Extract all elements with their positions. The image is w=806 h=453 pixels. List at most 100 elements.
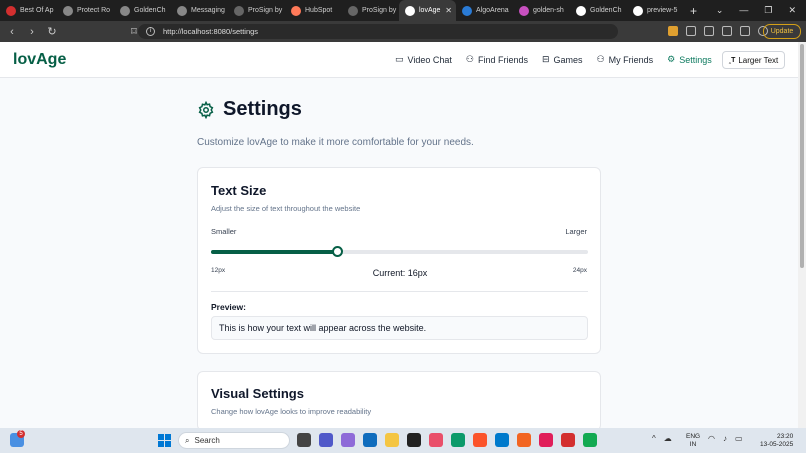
app-logo[interactable]: lovAge (13, 51, 66, 69)
start-icon[interactable] (158, 434, 171, 447)
wallet-icon[interactable] (722, 26, 732, 36)
system-tray: ^ ☁ (652, 434, 672, 443)
browser-tab[interactable]: Messaging (171, 0, 228, 21)
ai-icon[interactable] (740, 26, 750, 36)
app-header: lovAge ▭ Video Chat ⚇ Find Friends ⊟ Games ⚇ My… (0, 42, 806, 78)
larger-text-button[interactable]: ꞈT Larger Text (722, 51, 785, 69)
text-size-subtitle: Adjust the size of text throughout the w… (211, 204, 361, 213)
battery-icon[interactable]: ▭ (735, 434, 743, 443)
sidebar-icon[interactable] (704, 26, 714, 36)
puzzle-icon[interactable] (686, 26, 696, 36)
tab-favicon-icon (120, 5, 130, 16)
wifi-icon[interactable]: ◠ (708, 434, 715, 443)
browser-tab[interactable]: HubSpot (285, 0, 342, 21)
tab-search-icon[interactable]: ⌄ (716, 5, 724, 16)
tab-favicon-icon (519, 5, 529, 16)
gamepad-icon: ⊟ (542, 54, 550, 64)
users-icon: ⚇ (465, 54, 474, 64)
restore-icon[interactable]: ❐ (764, 5, 772, 16)
tab-favicon-icon (405, 5, 415, 16)
back-icon[interactable]: ‹ (4, 26, 20, 38)
search-icon: ⌕ (185, 435, 190, 445)
brave-icon[interactable] (473, 433, 487, 447)
browser-tab[interactable]: GoldenCh (570, 0, 627, 21)
text-size-card: Text Size Adjust the size of text throug… (197, 167, 601, 354)
tab-label: GoldenCh (134, 7, 166, 14)
system-clock[interactable]: 23:20 13-05-2025 (760, 433, 793, 449)
chevron-up-icon[interactable]: ^ (652, 434, 656, 443)
tab-label: preview-5 (647, 7, 678, 14)
browser-tab[interactable]: ProSign by (228, 0, 285, 21)
page-scrollbar[interactable] (798, 42, 806, 428)
browser-icon[interactable] (561, 433, 575, 447)
app-icon[interactable] (429, 433, 443, 447)
browser-tab[interactable]: Best Of Ap (0, 0, 57, 21)
text-size-slider[interactable] (211, 246, 588, 257)
visual-settings-card: Visual Settings Change how lovAge looks … (197, 371, 601, 431)
larger-text-label: Larger Text (738, 55, 779, 65)
taskbar-search[interactable]: ⌕ Search (178, 432, 290, 449)
tab-label: ProSign by (362, 7, 397, 14)
nav-item-find-friends[interactable]: ⚇ Find Friends (466, 54, 528, 65)
nav-item-label: Settings (679, 54, 712, 65)
gear-icon: ⚙ (667, 54, 676, 64)
site-info-icon[interactable]: i (146, 27, 155, 36)
close-tab-icon[interactable]: ✕ (445, 6, 452, 15)
tab-label: Messaging (191, 7, 225, 14)
lang-code: ENG (686, 433, 701, 440)
new-tab-button[interactable]: + (690, 4, 697, 18)
page-title: Settings (223, 98, 302, 120)
address-bar[interactable]: i http://localhost:8080/settings (138, 24, 618, 39)
tab-label: golden-sh (533, 7, 564, 14)
extension-icons (668, 26, 768, 36)
reload-icon[interactable]: ↻ (44, 25, 60, 38)
clock-date: 13-05-2025 (760, 441, 794, 448)
cloud-icon[interactable]: ☁ (664, 434, 672, 443)
browser-tab[interactable]: ProSign by (342, 0, 399, 21)
postman-icon[interactable] (517, 433, 531, 447)
tab-favicon-icon (234, 5, 244, 16)
nav-item-video-chat[interactable]: ▭ Video Chat (395, 54, 452, 65)
copilot-icon[interactable] (341, 433, 355, 447)
windows-taskbar: 5 ⌕ Search ^ ☁ ENG IN ◠ ♪ ▭ 23:20 13-05-… (0, 428, 806, 453)
search-label: Search (194, 436, 220, 445)
browser-tab[interactable]: golden-sh (513, 0, 570, 21)
tab-favicon-icon (348, 5, 358, 16)
extension-icon[interactable] (668, 26, 678, 36)
larger-label: Larger (565, 227, 587, 236)
task-view-icon[interactable] (297, 433, 311, 447)
minimize-icon[interactable]: — (739, 5, 748, 16)
window-controls: ⌄ — ❐ ✕ (716, 5, 806, 16)
tab-favicon-icon (6, 5, 16, 16)
edge-icon[interactable] (451, 433, 465, 447)
teams-icon[interactable] (319, 433, 333, 447)
language-indicator[interactable]: ENG IN (686, 433, 700, 449)
slack-icon[interactable] (539, 433, 553, 447)
browser-tab[interactable]: GoldenCh (114, 0, 171, 21)
nav-item-games[interactable]: ⊟ Games (542, 54, 583, 65)
forward-icon[interactable]: › (24, 26, 40, 38)
nav-item-my-friends[interactable]: ⚇ My Friends (597, 54, 654, 65)
vscode-icon[interactable] (495, 433, 509, 447)
tab-label: Best Of Ap (20, 7, 54, 14)
terminal-icon[interactable] (407, 433, 421, 447)
mongodb-icon[interactable] (583, 433, 597, 447)
browser-tab[interactable]: lovAge ✕ (399, 0, 456, 21)
browser-tab[interactable]: AlgoArena (456, 0, 513, 21)
clock-time: 23:20 (776, 433, 794, 440)
nav-item-settings[interactable]: ⚙ Settings (667, 54, 712, 65)
page-title-row: Settings (197, 98, 302, 121)
browser-tab[interactable]: preview-5 (627, 0, 684, 21)
tab-favicon-icon (576, 5, 586, 16)
file-explorer-icon[interactable] (385, 433, 399, 447)
volume-icon[interactable]: ♪ (723, 434, 727, 443)
slider-fill (211, 250, 337, 254)
smaller-label: Smaller (211, 227, 237, 236)
slider-thumb[interactable] (331, 246, 343, 257)
tab-favicon-icon (633, 5, 643, 16)
close-window-icon[interactable]: ✕ (788, 5, 796, 16)
scrollbar-thumb[interactable] (800, 44, 804, 268)
update-button[interactable]: Update (763, 24, 801, 39)
store-icon[interactable] (363, 433, 377, 447)
browser-tab[interactable]: Protect Ro (57, 0, 114, 21)
